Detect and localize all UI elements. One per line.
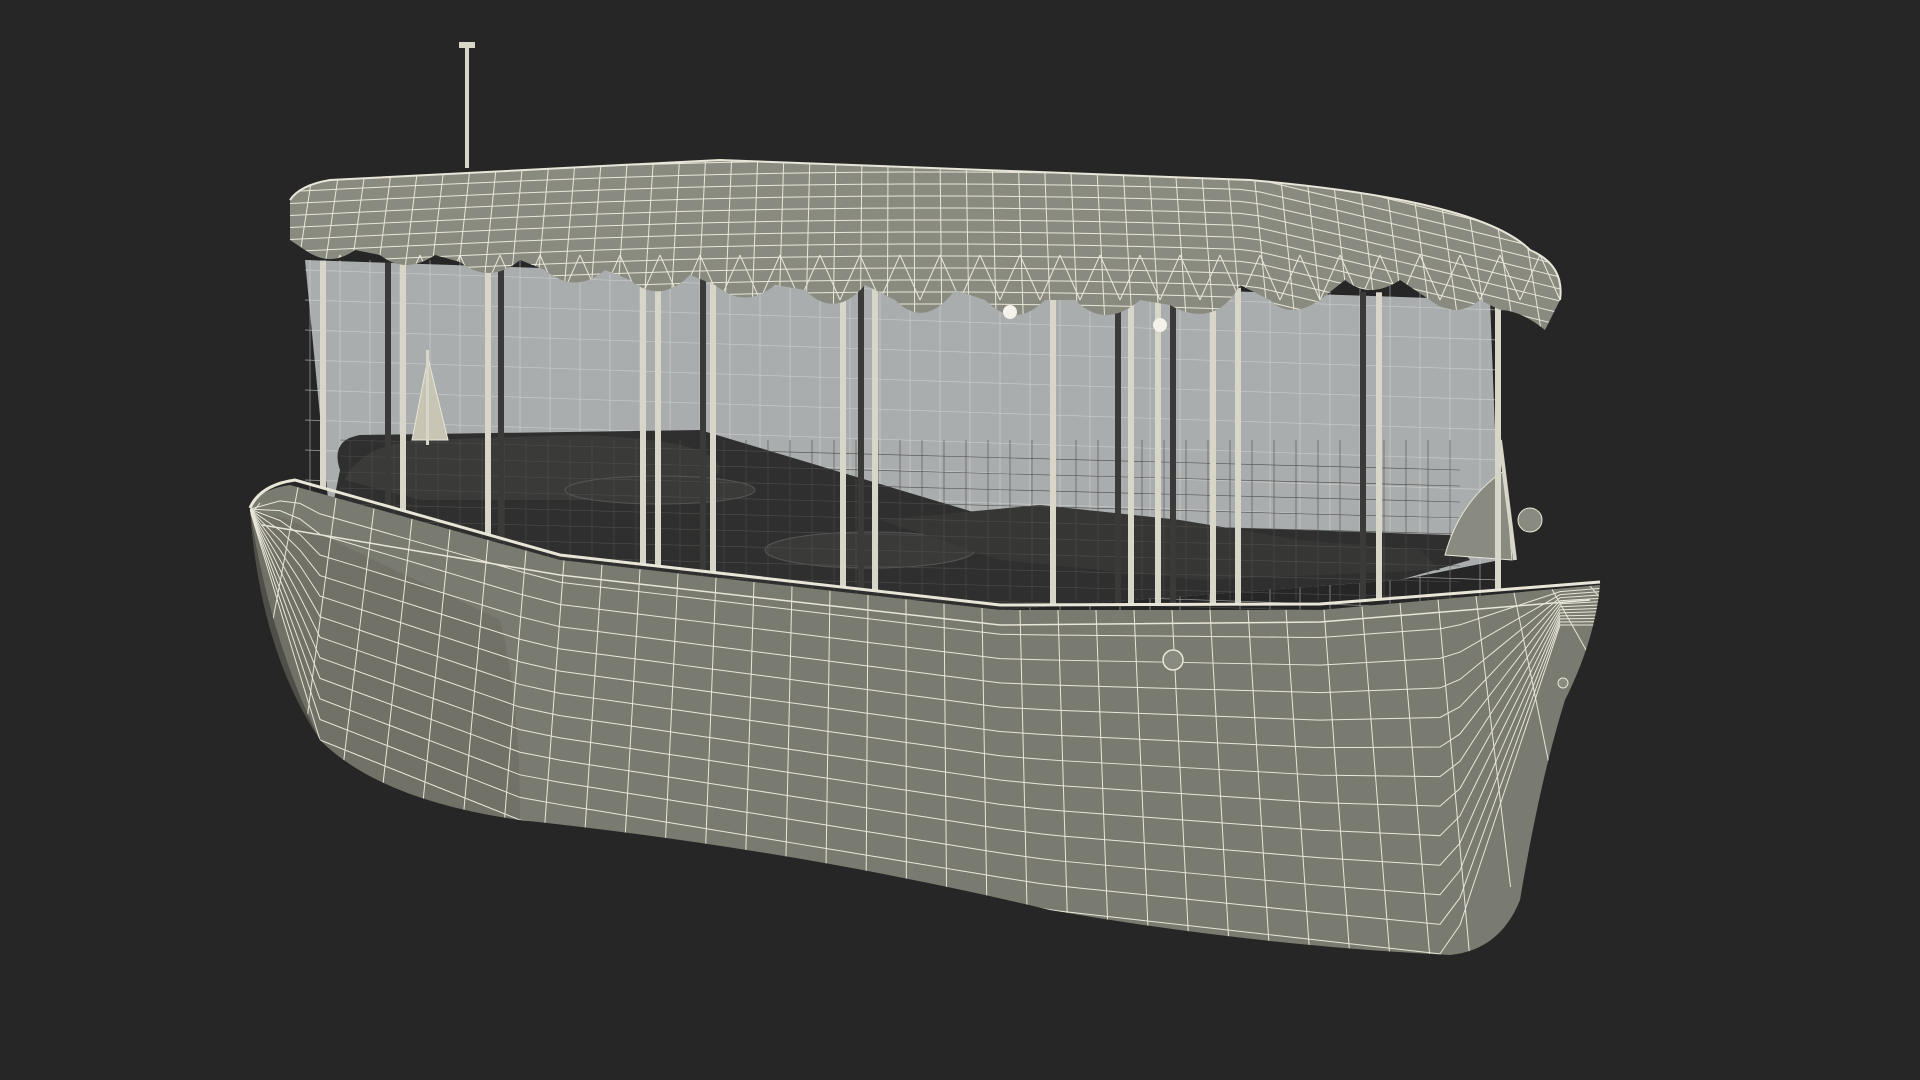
hull-cleat <box>1162 649 1184 671</box>
hull-cleat <box>1557 677 1569 689</box>
canopy-post <box>385 262 391 507</box>
canopy-post <box>858 276 864 589</box>
canopy-post <box>640 270 646 565</box>
canopy-post <box>710 272 716 573</box>
canopy-post <box>1050 282 1056 605</box>
canopy-post <box>872 277 878 591</box>
canopy-post <box>1495 295 1501 590</box>
canopy-post <box>1360 291 1366 602</box>
canopy-post <box>1376 292 1382 600</box>
canopy-post <box>320 260 326 489</box>
canopy-post <box>400 263 406 511</box>
canopy-post <box>498 265 504 538</box>
canopy-post <box>1235 288 1241 605</box>
canopy-post <box>655 270 661 566</box>
canopy-post <box>700 272 706 571</box>
canopy-post <box>1128 284 1134 605</box>
canopy-post <box>840 276 846 587</box>
antenna <box>459 42 475 168</box>
render-viewport <box>0 0 1920 1080</box>
canopy-post <box>1115 284 1121 605</box>
boat-render <box>248 42 1601 955</box>
canopy-post <box>1170 286 1176 605</box>
canopy-post <box>1210 287 1216 605</box>
canopy-post <box>1155 285 1161 605</box>
canopy-post <box>485 265 491 535</box>
